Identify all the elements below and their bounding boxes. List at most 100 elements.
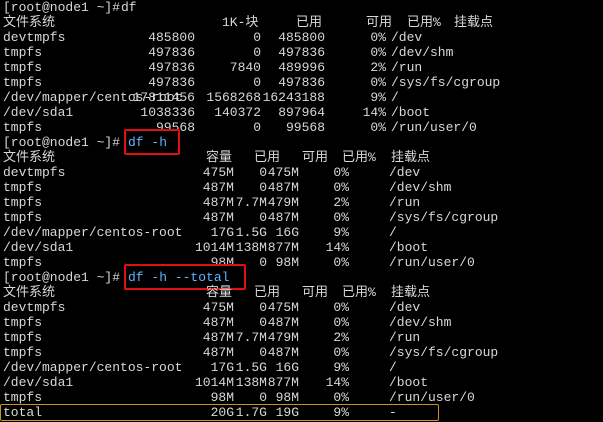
table-cell: 17811456 [132, 90, 195, 105]
table-cell: 0% [333, 300, 349, 315]
table-cell: 138M [235, 240, 267, 255]
table-cell: 0% [370, 120, 386, 135]
table-cell: tmpfs [3, 120, 43, 135]
table-cell: /dev [389, 300, 421, 315]
table-cell: 489996 [278, 60, 325, 75]
column-header: 1K-块 [222, 15, 259, 30]
table-cell: /run/user/0 [389, 390, 475, 405]
table-cell: 0% [333, 165, 349, 180]
table-cell: 0% [333, 255, 349, 270]
table-cell: 497836 [148, 75, 195, 90]
table-cell: 2% [333, 330, 349, 345]
table-cell: 0 [253, 30, 261, 45]
table-cell: 138M [235, 375, 267, 390]
column-header: 已用% [342, 285, 376, 300]
table-cell: /dev/shm [389, 315, 452, 330]
table-cell: 497836 [148, 45, 195, 60]
table-cell: /run [389, 330, 421, 345]
prompt: [root@node1 ~]# [3, 135, 121, 150]
column-header: 已用% [342, 150, 376, 165]
table-cell: 487M [267, 180, 299, 195]
table-cell: 475M [267, 165, 299, 180]
table-cell: devtmpfs [3, 30, 66, 45]
table-cell: 9% [370, 90, 386, 105]
table-cell: 487M [202, 345, 234, 360]
table-cell: 98M [275, 255, 299, 270]
table-cell: /dev/shm [389, 180, 452, 195]
table-cell: 17G [210, 360, 234, 375]
table-cell: 0 [259, 315, 267, 330]
table-cell: /sys/fs/cgroup [391, 75, 501, 90]
table-cell: /run [389, 195, 421, 210]
table-cell: 485800 [148, 30, 195, 45]
table-cell: /sys/fs/cgroup [389, 345, 499, 360]
column-header: 已用% [407, 15, 441, 30]
table-cell: tmpfs [3, 390, 43, 405]
table-cell: tmpfs [3, 60, 43, 75]
table-cell: / [389, 225, 397, 240]
table-cell: 98M [210, 390, 234, 405]
table-cell: 7.7M [235, 330, 267, 345]
table-cell: 0 [259, 180, 267, 195]
table-cell: 487M [202, 330, 234, 345]
table-cell: 7.7M [235, 195, 267, 210]
table-cell: /dev/mapper/centos-root [3, 225, 183, 240]
table-cell: 0 [259, 255, 267, 270]
table-cell: 475M [202, 165, 234, 180]
table-cell: 0 [259, 345, 267, 360]
total-highlight-box [0, 404, 439, 421]
table-cell: 877M [267, 375, 299, 390]
table-cell: 487M [202, 195, 234, 210]
table-cell: 497836 [278, 45, 325, 60]
table-cell: /boot [389, 240, 429, 255]
table-cell: 487M [202, 210, 234, 225]
column-header: 挂载点 [454, 15, 494, 30]
table-cell: 0% [333, 390, 349, 405]
column-header: 可用 [366, 15, 393, 30]
table-cell: tmpfs [3, 45, 43, 60]
table-cell: /boot [391, 105, 431, 120]
table-cell: 0% [370, 75, 386, 90]
table-cell: 0 [259, 390, 267, 405]
table-cell: 16G [275, 225, 299, 240]
table-cell: 98M [275, 390, 299, 405]
table-cell: 475M [267, 300, 299, 315]
table-cell: 0 [259, 210, 267, 225]
column-header: 已用 [254, 285, 281, 300]
table-cell: /sys/fs/cgroup [389, 210, 499, 225]
command-text: df [121, 0, 137, 15]
table-cell: 1038336 [140, 105, 195, 120]
table-cell: 99568 [285, 120, 325, 135]
table-cell: 14% [325, 375, 349, 390]
table-cell: /dev/sda1 [3, 375, 74, 390]
column-header: 容量 [206, 285, 233, 300]
table-cell: 897964 [278, 105, 325, 120]
table-cell: 1014M [194, 375, 234, 390]
table-cell: tmpfs [3, 180, 43, 195]
table-cell: 1.5G [235, 360, 267, 375]
table-cell: tmpfs [3, 255, 43, 270]
table-cell: 0% [333, 315, 349, 330]
table-cell: / [391, 90, 399, 105]
table-cell: 0% [370, 45, 386, 60]
table-cell: devtmpfs [3, 300, 66, 315]
table-cell: 485800 [278, 30, 325, 45]
table-cell: 9% [333, 360, 349, 375]
command-highlight-box [124, 129, 180, 155]
table-cell: 140372 [214, 105, 261, 120]
table-cell: /dev/sda1 [3, 105, 74, 120]
table-cell: /boot [389, 375, 429, 390]
column-header: 文件系统 [3, 15, 56, 30]
table-cell: 0 [253, 120, 261, 135]
terminal-window[interactable]: [root@node1 ~]# df 文件系统 1K-块 已用 可用 已用% 挂载点 devtm… [0, 0, 603, 422]
table-cell: 7840 [229, 60, 261, 75]
table-cell: tmpfs [3, 315, 43, 330]
table-cell: 497836 [148, 60, 195, 75]
table-cell: 0 [253, 75, 261, 90]
column-header: 已用 [296, 15, 323, 30]
table-cell: tmpfs [3, 330, 43, 345]
prompt: [root@node1 ~]# [3, 270, 121, 285]
table-cell: /run/user/0 [391, 120, 477, 135]
table-cell: 14% [362, 105, 386, 120]
table-cell: 479M [267, 195, 299, 210]
